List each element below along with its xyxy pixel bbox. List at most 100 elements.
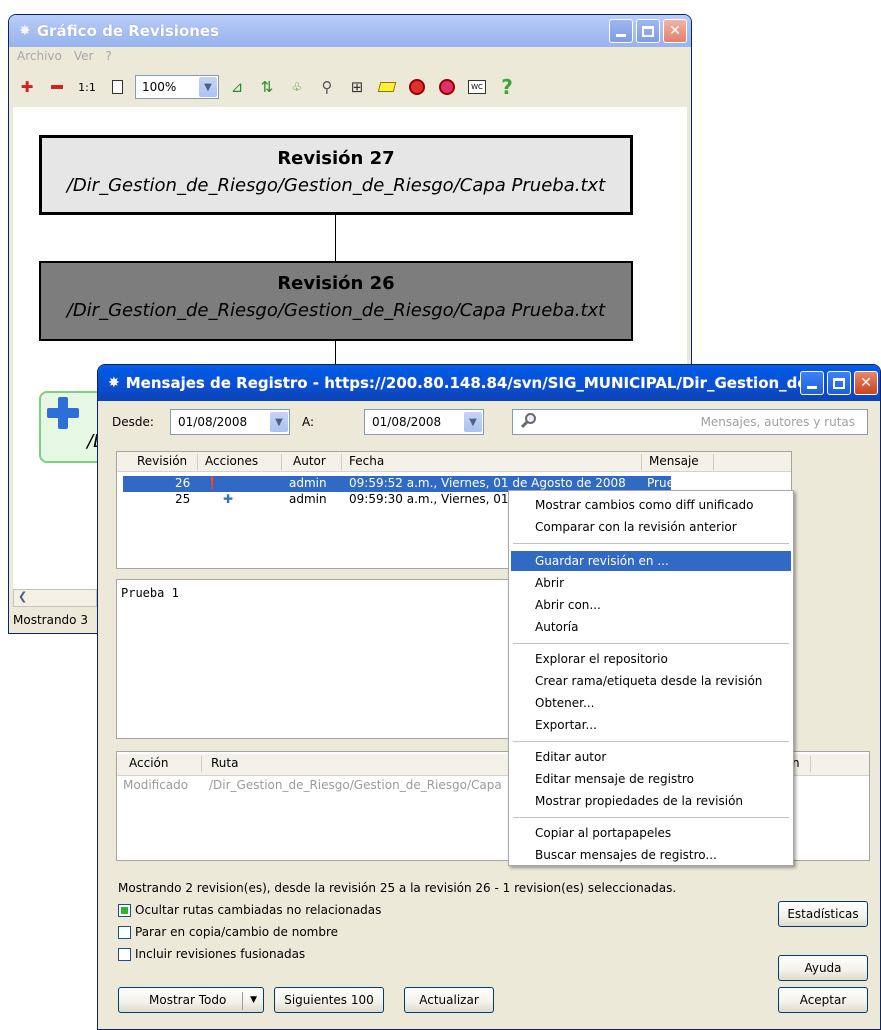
column-header-action[interactable]: Acción: [129, 756, 168, 770]
minimize-button[interactable]: [800, 371, 824, 395]
stop-on-copy-checkbox[interactable]: Parar en copia/cambio de nombre: [118, 925, 338, 939]
hide-unrelated-paths-checkbox[interactable]: Ocultar rutas cambiadas no relacionadas: [118, 903, 381, 917]
show-all-button[interactable]: Mostrar Todo ▼: [118, 987, 264, 1013]
menu-item-create-branch-tag[interactable]: Crear rama/etiqueta desde la revisión: [511, 671, 791, 691]
accept-button[interactable]: Aceptar: [778, 987, 868, 1013]
include-merged-checkbox[interactable]: Incluir revisiones fusionadas: [118, 947, 305, 961]
remove-deleted-button[interactable]: [405, 75, 429, 99]
group-branches-button[interactable]: ⊿: [225, 75, 249, 99]
revision-date: 09:59:30 a.m., Viernes, 01: [349, 492, 509, 506]
close-button[interactable]: ✕: [854, 371, 878, 395]
menu-separator: [513, 741, 789, 742]
menu-item-edit-author[interactable]: Editar autor: [511, 747, 791, 767]
maximize-icon: [833, 377, 845, 389]
added-action-icon: ✚: [223, 492, 234, 506]
align-trees-button[interactable]: ♧: [285, 75, 309, 99]
chevron-down-icon[interactable]: ▼: [250, 995, 257, 1005]
wc-icon: WC: [468, 80, 486, 94]
chevron-left-icon[interactable]: ❮: [18, 590, 27, 603]
checkbox-unchecked-icon[interactable]: [118, 925, 131, 939]
menu-separator: [513, 543, 789, 544]
from-date-picker[interactable]: 01/08/2008 ▼: [170, 409, 290, 435]
oldest-on-top-button[interactable]: ⇅: [255, 75, 279, 99]
search-icon[interactable]: [519, 412, 539, 432]
checkbox-unchecked-icon[interactable]: [118, 947, 131, 961]
chevron-down-icon[interactable]: ▼: [464, 412, 482, 432]
revision-number: 26: [175, 476, 191, 490]
stop-icon: [439, 79, 455, 95]
column-header-message[interactable]: Mensaje: [649, 454, 699, 468]
close-button[interactable]: ✕: [663, 19, 687, 43]
minimize-icon: [807, 385, 817, 389]
menu-item-checkout[interactable]: Obtener...: [511, 693, 791, 713]
maximize-button[interactable]: [636, 19, 660, 43]
menu-item-copy-clipboard[interactable]: Copiar al portapapeles: [511, 823, 791, 843]
help-button[interactable]: ?: [495, 75, 519, 99]
show-all-label: Mostrar Todo: [149, 993, 227, 1007]
zoom-out-button[interactable]: [45, 75, 69, 99]
search-input[interactable]: Mensajes, autores y rutas: [512, 409, 868, 435]
exact-copy-source-button[interactable]: ⊞: [345, 75, 369, 99]
remove-unchanged-button[interactable]: [435, 75, 459, 99]
column-header-date[interactable]: Fecha: [349, 454, 384, 468]
chevron-down-icon[interactable]: ▼: [270, 412, 288, 432]
close-icon: ✕: [860, 375, 872, 391]
zoom-in-button[interactable]: ✚: [15, 75, 39, 99]
tree-arrows-icon: ⇅: [260, 78, 274, 96]
split-divider: [242, 992, 243, 1010]
menu-item-save-revision-to[interactable]: Guardar revisión en ...: [511, 551, 791, 571]
path-action: Modificado: [123, 778, 189, 792]
fit-page-button[interactable]: [105, 75, 129, 99]
menu-help[interactable]: ?: [105, 49, 111, 67]
maximize-button[interactable]: [827, 371, 851, 395]
column-header-path[interactable]: Ruta: [211, 756, 238, 770]
show-working-copy-button[interactable]: WC: [465, 75, 489, 99]
menu-item-open-with[interactable]: Abrir con...: [511, 595, 791, 615]
column-header-actions[interactable]: Acciones: [205, 454, 258, 468]
to-date-picker[interactable]: 01/08/2008 ▼: [364, 409, 484, 435]
revision-node-path: /Dir_Gestion_de_Riesgo/Gestion_de_Riesgo…: [66, 175, 606, 196]
reduce-cross-lines-button[interactable]: ⚲: [315, 75, 339, 99]
graph-window-title: Gráfico de Revisiones: [36, 22, 220, 40]
plus-icon: [47, 397, 79, 429]
minimize-button[interactable]: [609, 19, 633, 43]
revision-node-27[interactable]: Revisión 27 /Dir_Gestion_de_Riesgo/Gesti…: [39, 135, 633, 215]
log-titlebar[interactable]: ✸ Mensajes de Registro - https://200.80.…: [98, 365, 880, 401]
menu-item-search-log[interactable]: Buscar mensajes de registro...: [511, 845, 791, 865]
fold-tags-button[interactable]: [375, 75, 399, 99]
menu-item-edit-log-message[interactable]: Editar mensaje de registro: [511, 769, 791, 789]
chevron-down-icon[interactable]: ▼: [199, 77, 217, 97]
menu-item-browse-repository[interactable]: Explorar el repositorio: [511, 649, 791, 669]
menu-item-open[interactable]: Abrir: [511, 573, 791, 593]
menu-separator: [513, 817, 789, 818]
changed-paths-list-extension[interactable]: n: [792, 751, 870, 861]
search-placeholder: Mensajes, autores y rutas: [700, 415, 855, 429]
next-100-button[interactable]: Siguientes 100: [274, 987, 384, 1013]
menu-item-compare-previous[interactable]: Comparar con la revisión anterior: [511, 517, 791, 537]
zoom-one-to-one-button[interactable]: 1:1: [75, 75, 99, 99]
menu-item-export[interactable]: Exportar...: [511, 715, 791, 735]
statistics-button[interactable]: Estadísticas: [778, 901, 868, 927]
graph-toolbar: ✚ 1:1 100% ▼ ⊿ ⇅ ♧ ⚲ ⊞ WC ?: [15, 71, 685, 103]
zoom-select[interactable]: 100% ▼: [135, 75, 219, 99]
maximize-icon: [642, 25, 654, 37]
help-button[interactable]: Ayuda: [778, 955, 868, 981]
menu-archivo[interactable]: Archivo: [17, 49, 62, 67]
revision-author: admin: [289, 476, 327, 490]
menu-item-blame[interactable]: Autoría: [511, 617, 791, 637]
menu-item-revision-properties[interactable]: Mostrar propiedades de la revisión: [511, 791, 791, 811]
horizontal-scrollbar[interactable]: ❮: [13, 589, 97, 607]
to-date-value: 01/08/2008: [372, 415, 442, 429]
revision-context-menu: Mostrar cambios como diff unificado Comp…: [508, 490, 794, 866]
menu-item-show-unified-diff[interactable]: Mostrar cambios como diff unificado: [511, 495, 791, 515]
revision-node-26[interactable]: Revisión 26 /Dir_Gestion_de_Riesgo/Gesti…: [39, 261, 633, 341]
zoom-in-icon: ✚: [20, 78, 34, 96]
graph-titlebar[interactable]: ✸ Gráfico de Revisiones ✕: [9, 15, 691, 47]
refresh-button[interactable]: Actualizar: [404, 987, 494, 1013]
column-header-author[interactable]: Autor: [293, 454, 326, 468]
column-header-revision[interactable]: Revisión: [137, 454, 187, 468]
menu-ver[interactable]: Ver: [74, 49, 94, 67]
page-icon: [111, 80, 123, 94]
checkbox-checked-icon[interactable]: [118, 903, 131, 917]
nodes-icon: ⚲: [321, 78, 333, 96]
